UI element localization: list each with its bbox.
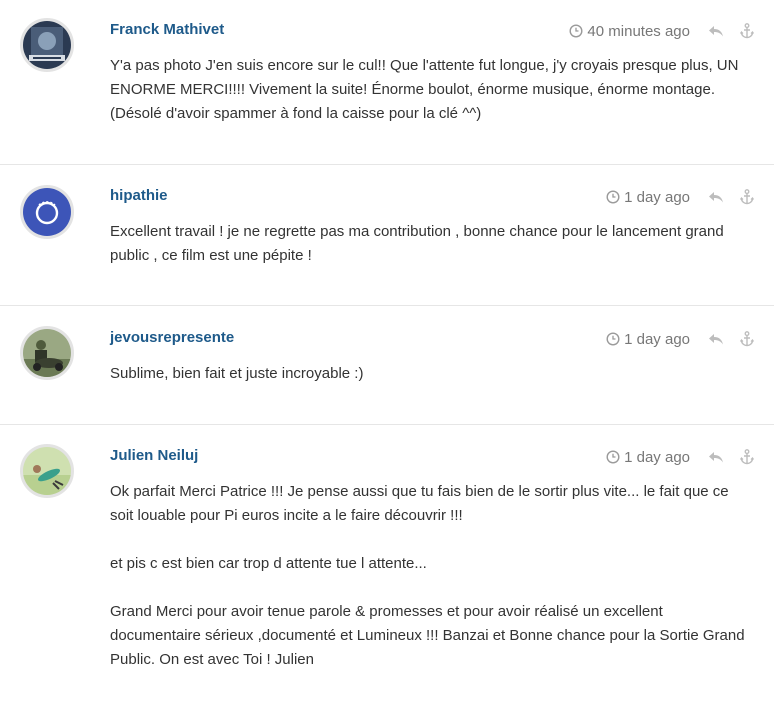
- avatar-image: [23, 21, 71, 69]
- avatar-image: [23, 329, 71, 377]
- comment-body: Y'a pas photo J'en suis encore sur le cu…: [110, 54, 750, 126]
- comment-meta: 1 day ago: [606, 447, 754, 467]
- reply-icon[interactable]: [708, 450, 724, 464]
- anchor-icon[interactable]: [740, 331, 754, 347]
- comment-paragraph: Ok parfait Merci Patrice !!! Je pense au…: [110, 483, 729, 524]
- avatar-image: [23, 447, 71, 495]
- avatar[interactable]: [20, 326, 74, 380]
- anchor-icon[interactable]: [740, 23, 754, 39]
- comment-time[interactable]: 40 minutes ago: [587, 23, 690, 40]
- comment-paragraph: Y'a pas photo J'en suis encore sur le cu…: [110, 57, 739, 122]
- comment-divider: [0, 164, 774, 165]
- avatar-image: [23, 188, 71, 236]
- comment-author[interactable]: Franck Mathivet: [110, 21, 224, 38]
- comment-meta: 40 minutes ago: [569, 21, 754, 41]
- comment-time[interactable]: 1 day ago: [624, 189, 690, 206]
- clock-icon: [606, 450, 620, 464]
- comment-divider: [0, 424, 774, 425]
- comment-author[interactable]: Julien Neiluj: [110, 447, 198, 464]
- comment-time[interactable]: 1 day ago: [624, 449, 690, 466]
- reply-icon[interactable]: [708, 332, 724, 346]
- comment-author[interactable]: jevousrepresente: [110, 329, 234, 346]
- comment-meta: 1 day ago: [606, 329, 754, 349]
- reply-icon[interactable]: [708, 24, 724, 38]
- comment-meta: 1 day ago: [606, 187, 754, 207]
- clock-icon: [606, 190, 620, 204]
- comment-time[interactable]: 1 day ago: [624, 331, 690, 348]
- comment-paragraph: Excellent travail ! je ne regrette pas m…: [110, 223, 724, 264]
- avatar[interactable]: [20, 18, 74, 72]
- comment-body: Ok parfait Merci Patrice !!! Je pense au…: [110, 480, 750, 672]
- anchor-icon[interactable]: [740, 449, 754, 465]
- comment-body: Excellent travail ! je ne regrette pas m…: [110, 220, 750, 268]
- anchor-icon[interactable]: [740, 189, 754, 205]
- clock-icon: [606, 332, 620, 346]
- comment-divider: [0, 305, 774, 306]
- comment-body: Sublime, bien fait et juste incroyable :…: [110, 362, 750, 386]
- clock-icon: [569, 24, 583, 38]
- comment-paragraph: Sublime, bien fait et juste incroyable :…: [110, 365, 364, 382]
- comment-paragraph: et pis c est bien car trop d attente tue…: [110, 555, 427, 572]
- comment-author[interactable]: hipathie: [110, 187, 168, 204]
- comment-paragraph: Grand Merci pour avoir tenue parole & pr…: [110, 603, 745, 668]
- avatar[interactable]: [20, 444, 74, 498]
- avatar[interactable]: [20, 185, 74, 239]
- reply-icon[interactable]: [708, 190, 724, 204]
